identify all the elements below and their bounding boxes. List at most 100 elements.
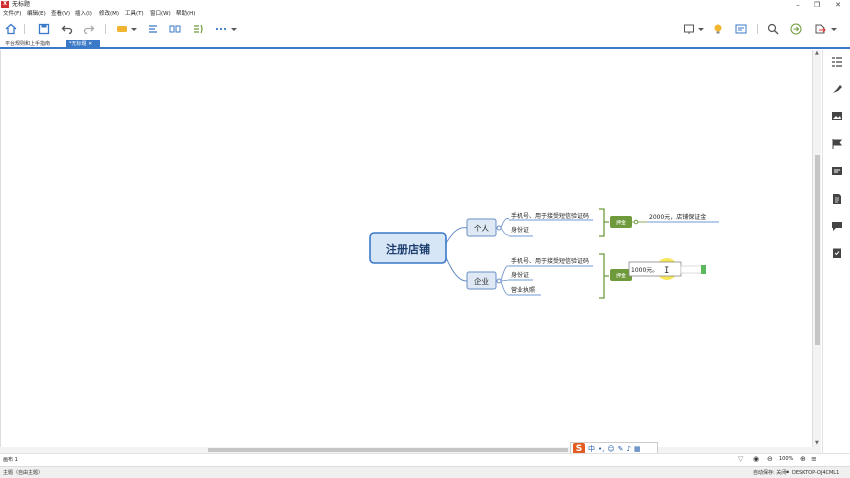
svg-text:营业执照: 营业执照	[511, 286, 535, 294]
app-logo-icon: X	[1, 1, 9, 8]
sheet-tab[interactable]: 画布 1	[3, 456, 18, 463]
chevron-down-icon[interactable]	[697, 22, 705, 36]
ime-punctuation-icon[interactable]: •,	[598, 445, 604, 453]
format-brush-icon[interactable]	[831, 83, 843, 95]
connector-root-person	[444, 227, 468, 246]
outline-view-icon[interactable]	[734, 22, 748, 36]
scroll-down-icon[interactable]: ▼	[815, 440, 819, 446]
root-topic-label: 注册店铺	[386, 242, 430, 256]
collapse-toggle	[496, 225, 502, 231]
branch-person-label: 个人	[474, 224, 489, 233]
notes-icon[interactable]	[831, 165, 843, 177]
computer-icon: ▪	[786, 470, 790, 475]
svg-text:1000元。: 1000元。	[631, 267, 658, 274]
share-icon[interactable]	[789, 22, 803, 36]
summary-bracket-person	[599, 208, 609, 237]
boundary-icon[interactable]	[191, 22, 205, 36]
tab-guide[interactable]: 平台规则和上手指南	[2, 40, 53, 48]
window-title: 无标题	[12, 1, 31, 8]
connector-root-company	[444, 254, 468, 282]
company-deposit-edit-field[interactable]: 1000元。	[628, 261, 682, 277]
person-deposit-topic[interactable]: 2000元，店铺保证金	[647, 213, 719, 223]
undo-icon[interactable]	[60, 22, 74, 36]
company-item-phone[interactable]: 手机号、用于接受短信验证码	[509, 257, 593, 267]
person-item-id[interactable]: 身份证	[509, 226, 533, 237]
svg-text:身份证: 身份证	[511, 271, 529, 279]
filter-icon[interactable]: ▽	[738, 455, 743, 463]
zoom-out-icon[interactable]: ⊖	[767, 455, 773, 463]
horizontal-scroll-thumb[interactable]	[208, 448, 568, 452]
redo-icon[interactable]	[82, 22, 96, 36]
menu-view[interactable]: 查看(V)	[51, 11, 70, 18]
svg-text:手机号、用于接受短信验证码: 手机号、用于接受短信验证码	[511, 257, 589, 265]
svg-text:身份证: 身份证	[511, 226, 529, 234]
branch-company-label: 企业	[474, 276, 489, 286]
search-icon[interactable]	[766, 22, 780, 36]
status-computer-name: DESKTOP-OJ4CML1	[792, 470, 840, 476]
ime-emoji-icon[interactable]: ☺	[607, 445, 614, 453]
comment-icon[interactable]	[831, 220, 843, 232]
status-autosave[interactable]: 自动保存: 关闭	[753, 469, 786, 477]
toolbar	[0, 19, 850, 39]
eye-icon[interactable]: ◉	[753, 455, 759, 463]
ime-keyboard-icon[interactable]: ▦	[634, 445, 641, 453]
menu-edit[interactable]: 编辑(E)	[27, 11, 46, 18]
document-tab-bar: 平台规则和上手指南 *无标题 ✕	[0, 39, 850, 49]
status-topic: 主题（自由主题）	[3, 470, 44, 476]
close-icon[interactable]: ✕	[830, 0, 846, 10]
menu-window[interactable]: 窗口(W)	[150, 11, 171, 18]
more-icon[interactable]	[214, 22, 228, 36]
restore-icon[interactable]: ❐	[809, 0, 825, 10]
mindmap-svg: 注册店铺 个人 手机号、用于接受短信验证码 身份证 押金 2000元，店铺保证金	[369, 208, 719, 299]
chevron-down-icon[interactable]	[830, 22, 838, 36]
document-icon[interactable]	[831, 193, 843, 205]
export-icon[interactable]	[813, 22, 827, 36]
branch-person[interactable]: 个人	[466, 218, 497, 237]
zoom-in-icon[interactable]: ⊕	[800, 455, 806, 463]
menu-insert[interactable]: 插入(I)	[75, 11, 92, 18]
mindmap-canvas[interactable]: 注册店铺 个人 手机号、用于接受短信验证码 身份证 押金 2000元，店铺保证金	[0, 50, 813, 448]
relationship-icon[interactable]	[146, 22, 160, 36]
zoom-level[interactable]: 100%	[779, 456, 793, 462]
svg-text:2000元，店铺保证金: 2000元，店铺保证金	[649, 213, 706, 221]
minimize-icon[interactable]: –	[790, 0, 806, 10]
menu-help[interactable]: 帮助(H)	[176, 11, 195, 18]
summary-deposit-person[interactable]: 押金	[610, 216, 632, 228]
home-icon[interactable]	[4, 22, 18, 36]
menu-modify[interactable]: 修改(M)	[99, 11, 119, 18]
sheet-bar: 画布 1 ▽ ◉ ⊖ 100% ⊕ ≡	[0, 453, 850, 465]
idea-bulb-icon[interactable]	[711, 22, 725, 36]
text-cursor-icon: I	[664, 266, 669, 276]
title-bar: X 无标题 – ❐ ✕	[0, 0, 850, 10]
menu-file[interactable]: 文件(F)	[3, 11, 21, 18]
menu-tools[interactable]: 工具(T)	[125, 11, 144, 18]
company-item-id[interactable]: 身份证	[509, 271, 533, 281]
ime-mic-icon[interactable]: ♪	[627, 445, 631, 453]
outline-panel-icon[interactable]	[831, 56, 843, 68]
save-icon[interactable]	[37, 22, 51, 36]
summary-icon[interactable]	[168, 22, 182, 36]
presentation-icon[interactable]	[682, 22, 696, 36]
root-topic[interactable]: 注册店铺	[369, 232, 447, 264]
image-icon[interactable]	[831, 110, 843, 122]
ime-skin-icon[interactable]: ✎	[618, 445, 624, 453]
right-side-panel	[822, 50, 850, 465]
menu-bar: 文件(F) 编辑(E) 查看(V) 插入(I) 修改(M) 工具(T) 窗口(W…	[0, 10, 850, 19]
collapse-toggle	[496, 278, 502, 284]
company-item-license[interactable]: 营业执照	[509, 286, 541, 296]
task-icon[interactable]	[831, 247, 843, 259]
fit-view-icon[interactable]: ≡	[811, 455, 817, 463]
vertical-scroll-thumb[interactable]	[815, 155, 820, 345]
tab-untitled[interactable]: *无标题 ✕	[66, 40, 100, 48]
summary-bracket-company	[599, 253, 609, 299]
topic-icon[interactable]	[115, 22, 129, 36]
marker-flag-icon[interactable]	[831, 138, 843, 150]
chevron-down-icon[interactable]	[130, 22, 138, 36]
branch-company[interactable]: 企业	[466, 271, 497, 290]
resize-handle	[701, 265, 706, 274]
person-item-phone[interactable]: 手机号、用于接受短信验证码	[509, 212, 593, 221]
scroll-up-icon[interactable]: ▲	[815, 50, 819, 56]
status-bar: 主题（自由主题） 自动保存: 关闭 ▪ DESKTOP-OJ4CML1	[0, 466, 850, 478]
svg-text:手机号、用于接受短信验证码: 手机号、用于接受短信验证码	[511, 212, 589, 220]
chevron-down-icon[interactable]	[230, 22, 238, 36]
